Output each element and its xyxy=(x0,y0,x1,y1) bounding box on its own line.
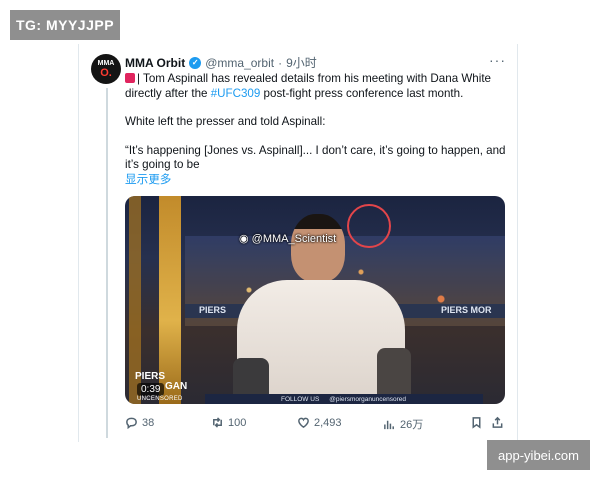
timestamp[interactable]: 9小时 xyxy=(286,54,317,71)
views-button[interactable]: 26万 xyxy=(383,416,423,432)
verified-badge-icon: ✓ xyxy=(189,56,202,69)
bookmark-button[interactable] xyxy=(470,416,483,429)
show-more-link[interactable]: 显示更多 xyxy=(125,173,171,186)
subject-head xyxy=(291,214,345,282)
tweet-text: | Tom Aspinall has revealed details from… xyxy=(125,72,510,187)
text-paragraph-2: White left the presser and told Aspinall… xyxy=(125,115,326,128)
video-player[interactable]: PIERS PIERS MOR ◉ @MMA_Scientist PIERS G… xyxy=(125,196,505,404)
reply-button[interactable]: 38 xyxy=(125,416,154,429)
banner-left-text: PIERS xyxy=(199,305,227,315)
video-lower-third: FOLLOW US @piersmorganuncensored xyxy=(205,394,483,404)
watermark-top-left: TG: MYYJJPP xyxy=(10,10,120,40)
hashtag-link[interactable]: #UFC309 xyxy=(211,87,261,100)
siren-emoji-icon xyxy=(125,73,135,83)
author-name[interactable]: MMA Orbit xyxy=(125,56,185,70)
more-options-icon[interactable]: ··· xyxy=(489,52,506,68)
text-paragraph-3: “It’s happening [Jones vs. Aspinall]... … xyxy=(125,143,506,172)
repost-count: 100 xyxy=(228,416,247,429)
tweet-actions: 38 100 2,493 26万 xyxy=(125,416,505,432)
text-line1-suffix: post-fight press conference last month. xyxy=(260,86,464,100)
social-handle-text: @piersmorganuncensored xyxy=(329,395,406,403)
reply-count: 38 xyxy=(142,416,155,429)
tweet-card[interactable]: MMA O. MMA Orbit ✓ @mma_orbit · 9小时 ··· … xyxy=(78,44,518,442)
like-button[interactable]: 2,493 xyxy=(297,416,342,429)
watermark-bottom-right: app-yibei.com xyxy=(487,440,590,470)
share-icon xyxy=(492,416,503,428)
repost-icon xyxy=(213,417,222,428)
author-handle[interactable]: @mma_orbit xyxy=(205,56,274,70)
heart-icon xyxy=(298,417,309,429)
views-chart-icon xyxy=(384,420,394,429)
avatar[interactable]: MMA O. xyxy=(91,54,121,84)
follow-us-text: FOLLOW US xyxy=(281,395,320,403)
bookmark-icon xyxy=(472,417,481,429)
views-count: 26万 xyxy=(400,419,424,431)
uncensored-label: UNCENSORED xyxy=(137,396,183,402)
reply-icon xyxy=(126,417,137,429)
thread-line xyxy=(106,88,108,438)
separator: · xyxy=(278,55,283,70)
weibo-watermark: ◉ @MMA_Scientist xyxy=(239,232,336,245)
video-duration: 0:39 xyxy=(137,383,165,396)
weibo-icon: ◉ xyxy=(239,233,249,245)
weibo-handle: @MMA_Scientist xyxy=(251,233,337,245)
share-button[interactable] xyxy=(491,416,504,429)
banner-right-text: PIERS MOR xyxy=(441,305,492,315)
repost-button[interactable]: 100 xyxy=(211,416,246,429)
avatar-text-bottom: O. xyxy=(100,66,112,79)
tweet-header: MMA Orbit ✓ @mma_orbit · 9小时 xyxy=(125,54,317,71)
like-count: 2,493 xyxy=(314,416,342,429)
